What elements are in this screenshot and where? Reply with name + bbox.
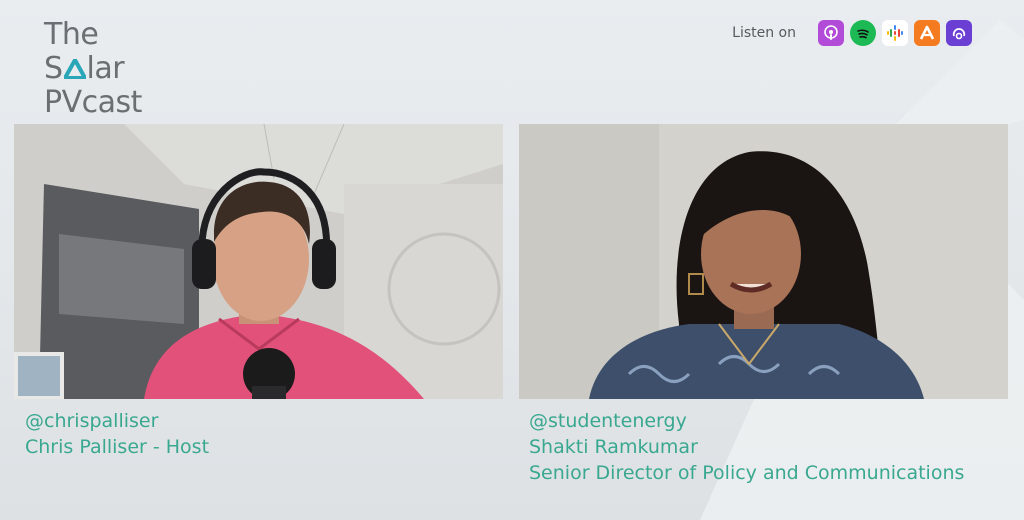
listen-on-label: Listen on (732, 25, 796, 41)
solar-triangle-icon (63, 59, 86, 79)
apple-podcasts-icon[interactable] (818, 20, 844, 46)
host-video-panel (14, 124, 503, 399)
guest-caption: @studentenergy Shakti Ramkumar Senior Di… (529, 408, 964, 486)
host-caption: @chrispalliser Chris Palliser - Host (25, 408, 209, 460)
logo-solar-s: S (44, 51, 63, 86)
podcast-logo: The Slar PVcast (44, 18, 142, 120)
host-handle: @chrispalliser (25, 410, 159, 432)
audible-icon[interactable] (914, 20, 940, 46)
listen-on-bar: Listen on (732, 20, 972, 46)
guest-name: Shakti Ramkumar (529, 436, 698, 458)
guest-handle: @studentenergy (529, 410, 687, 432)
logo-line-the: The (44, 17, 99, 52)
guest-video-panel (519, 124, 1008, 399)
pocket-casts-icon[interactable] (946, 20, 972, 46)
host-name: Chris Palliser - Host (25, 436, 210, 458)
logo-line-solar: Slar (44, 52, 142, 86)
logo-line-pvcast: PVcast (44, 85, 142, 120)
google-podcasts-icon[interactable] (882, 20, 908, 46)
spotify-icon[interactable] (850, 20, 876, 46)
logo-solar-rest: lar (86, 51, 125, 86)
guest-title: Senior Director of Policy and Communicat… (529, 462, 965, 484)
